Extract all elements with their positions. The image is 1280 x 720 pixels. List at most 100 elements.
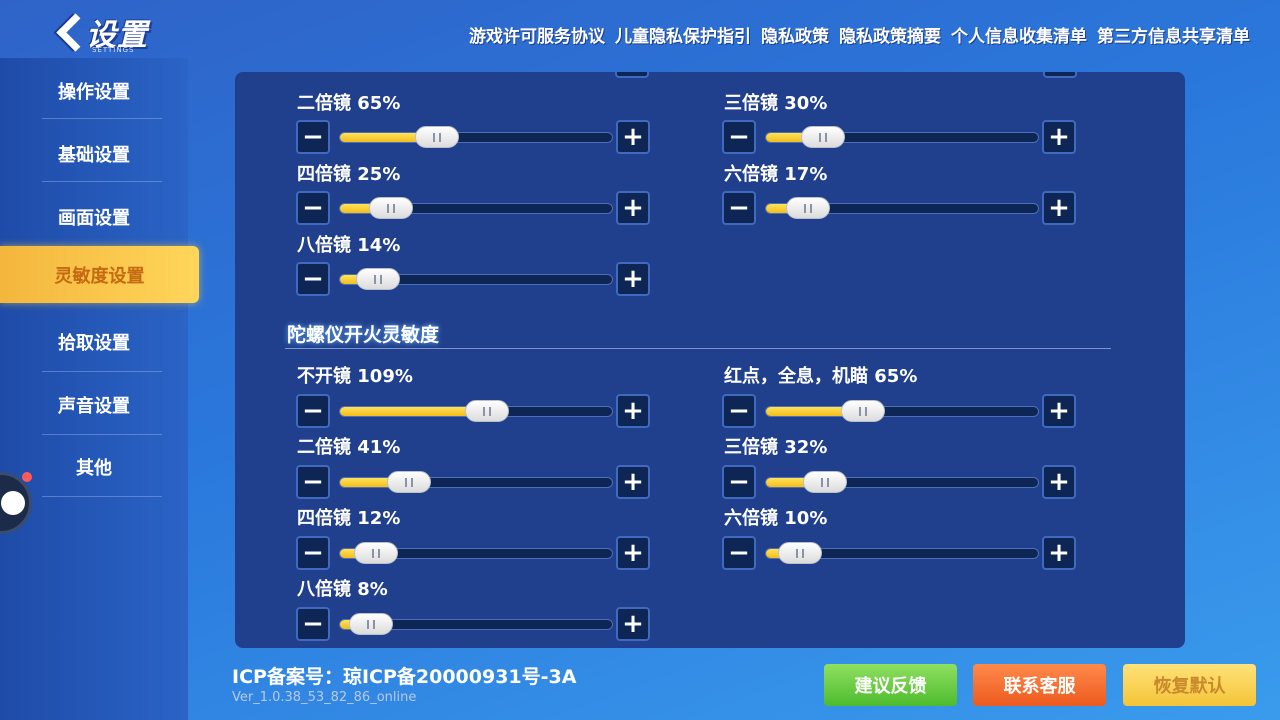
plus-button[interactable]: + <box>616 120 650 154</box>
slider-label: 六倍镜 10% <box>724 508 828 529</box>
minus-button[interactable]: − <box>296 394 330 428</box>
link-privacy-policy[interactable]: 隐私政策 <box>761 22 829 47</box>
slider-track[interactable] <box>765 471 1039 493</box>
sidebar-item-basic[interactable]: 基础设置 <box>0 123 188 185</box>
slider-track[interactable] <box>765 400 1039 422</box>
slider-track[interactable] <box>765 197 1039 219</box>
slider-track[interactable] <box>339 268 613 290</box>
plus-button[interactable]: + <box>616 191 650 225</box>
slider-knob[interactable] <box>387 471 432 493</box>
plus-icon: + <box>1048 396 1070 426</box>
minus-icon: − <box>302 193 324 223</box>
minus-icon: − <box>302 122 324 152</box>
slider-knob[interactable] <box>802 471 847 493</box>
slider-knob[interactable] <box>465 400 510 422</box>
plus-button[interactable]: + <box>1042 120 1076 154</box>
minus-button[interactable]: − <box>722 394 756 428</box>
link-personal-info-list[interactable]: 个人信息收集清单 <box>951 22 1087 47</box>
plus-icon: + <box>1048 193 1070 223</box>
slider-label: 二倍镜 65% <box>297 93 401 114</box>
contact-support-button[interactable]: 联系客服 <box>973 664 1106 706</box>
link-privacy-summary[interactable]: 隐私政策摘要 <box>839 22 941 47</box>
minus-button[interactable]: − <box>296 536 330 570</box>
slider-track[interactable] <box>339 542 613 564</box>
slider-knob[interactable] <box>414 126 459 148</box>
sensitivity-panel[interactable]: 二倍镜 65% − + 三倍镜 30% − + 四倍镜 25% − + 六倍镜 … <box>235 72 1185 648</box>
plus-icon: + <box>1048 538 1070 568</box>
minus-icon: − <box>302 396 324 426</box>
sidebar-item-controls[interactable]: 操作设置 <box>0 60 188 122</box>
slider-label: 八倍镜 8% <box>297 579 388 600</box>
sidebar-item-label: 灵敏度设置 <box>54 265 145 287</box>
slider-track[interactable] <box>339 400 613 422</box>
plus-icon: + <box>622 396 644 426</box>
slider-label: 三倍镜 32% <box>724 437 828 458</box>
sidebar-item-sound[interactable]: 声音设置 <box>0 374 188 436</box>
link-third-party-list[interactable]: 第三方信息共享清单 <box>1097 22 1250 47</box>
slider-track[interactable] <box>339 471 613 493</box>
slider-knob[interactable] <box>840 400 885 422</box>
minus-button[interactable]: − <box>296 465 330 499</box>
plus-button[interactable]: + <box>616 607 650 641</box>
minus-button[interactable]: − <box>722 120 756 154</box>
reset-default-button[interactable]: 恢复默认 <box>1123 664 1256 706</box>
minus-button[interactable]: − <box>296 262 330 296</box>
slider-knob[interactable] <box>356 268 401 290</box>
minus-icon: − <box>302 609 324 639</box>
slider-track[interactable] <box>339 197 613 219</box>
minus-icon: − <box>302 264 324 294</box>
plus-button[interactable]: + <box>1042 191 1076 225</box>
slider-label: 四倍镜 12% <box>297 508 401 529</box>
plus-button[interactable]: + <box>616 536 650 570</box>
sidebar-divider <box>42 371 162 372</box>
slider-knob[interactable] <box>785 197 830 219</box>
notification-dot <box>22 472 32 482</box>
slider-label: 红点，全息，机瞄 65% <box>724 366 918 387</box>
minus-button[interactable]: − <box>722 191 756 225</box>
slider-label: 四倍镜 25% <box>297 164 401 185</box>
minus-icon: − <box>728 396 750 426</box>
minus-button[interactable]: − <box>296 120 330 154</box>
policy-links: 游戏许可服务协议 儿童隐私保护指引 隐私政策 隐私政策摘要 个人信息收集清单 第… <box>469 22 1250 47</box>
plus-button-partial[interactable] <box>615 72 649 78</box>
plus-button[interactable]: + <box>1042 394 1076 428</box>
settings-logo[interactable]: 设置 SETTINGS <box>56 8 148 56</box>
sidebar: 操作设置 基础设置 画面设置 灵敏度设置 拾取设置 声音设置 其他 <box>0 58 199 720</box>
slider-knob[interactable] <box>353 542 398 564</box>
plus-icon: + <box>1048 467 1070 497</box>
plus-button[interactable]: + <box>616 465 650 499</box>
plus-button-partial[interactable] <box>1043 72 1077 78</box>
slider-knob[interactable] <box>777 542 822 564</box>
plus-button[interactable]: + <box>1042 536 1076 570</box>
sidebar-item-graphics[interactable]: 画面设置 <box>0 186 188 248</box>
plus-button[interactable]: + <box>1042 465 1076 499</box>
minus-button[interactable]: − <box>296 607 330 641</box>
sidebar-item-pickup[interactable]: 拾取设置 <box>0 311 188 373</box>
header: 设置 SETTINGS 游戏许可服务协议 儿童隐私保护指引 隐私政策 隐私政策摘… <box>0 0 1280 62</box>
minus-button[interactable]: − <box>296 191 330 225</box>
sidebar-item-label: 声音设置 <box>58 396 130 417</box>
link-game-license[interactable]: 游戏许可服务协议 <box>469 22 605 47</box>
minus-button[interactable]: − <box>722 536 756 570</box>
slider-label: 三倍镜 30% <box>724 93 828 114</box>
feedback-button[interactable]: 建议反馈 <box>824 664 957 706</box>
minus-button[interactable]: − <box>722 465 756 499</box>
slider-knob[interactable] <box>800 126 845 148</box>
sidebar-item-label: 画面设置 <box>58 208 130 229</box>
slider-track[interactable] <box>339 126 613 148</box>
slider-knob[interactable] <box>368 197 413 219</box>
slider-track[interactable] <box>765 126 1039 148</box>
sidebar-item-label: 基础设置 <box>58 145 130 166</box>
sidebar-item-label: 拾取设置 <box>58 333 130 354</box>
minus-icon: − <box>302 467 324 497</box>
plus-button[interactable]: + <box>616 262 650 296</box>
slider-track[interactable] <box>765 542 1039 564</box>
sidebar-item-sensitivity[interactable]: 灵敏度设置 <box>0 246 199 303</box>
slider-track[interactable] <box>339 613 613 635</box>
back-chevron-icon[interactable] <box>56 15 86 49</box>
slider-knob[interactable] <box>349 613 394 635</box>
sidebar-divider <box>42 496 162 497</box>
plus-icon: + <box>622 264 644 294</box>
link-child-privacy[interactable]: 儿童隐私保护指引 <box>615 22 751 47</box>
plus-button[interactable]: + <box>616 394 650 428</box>
